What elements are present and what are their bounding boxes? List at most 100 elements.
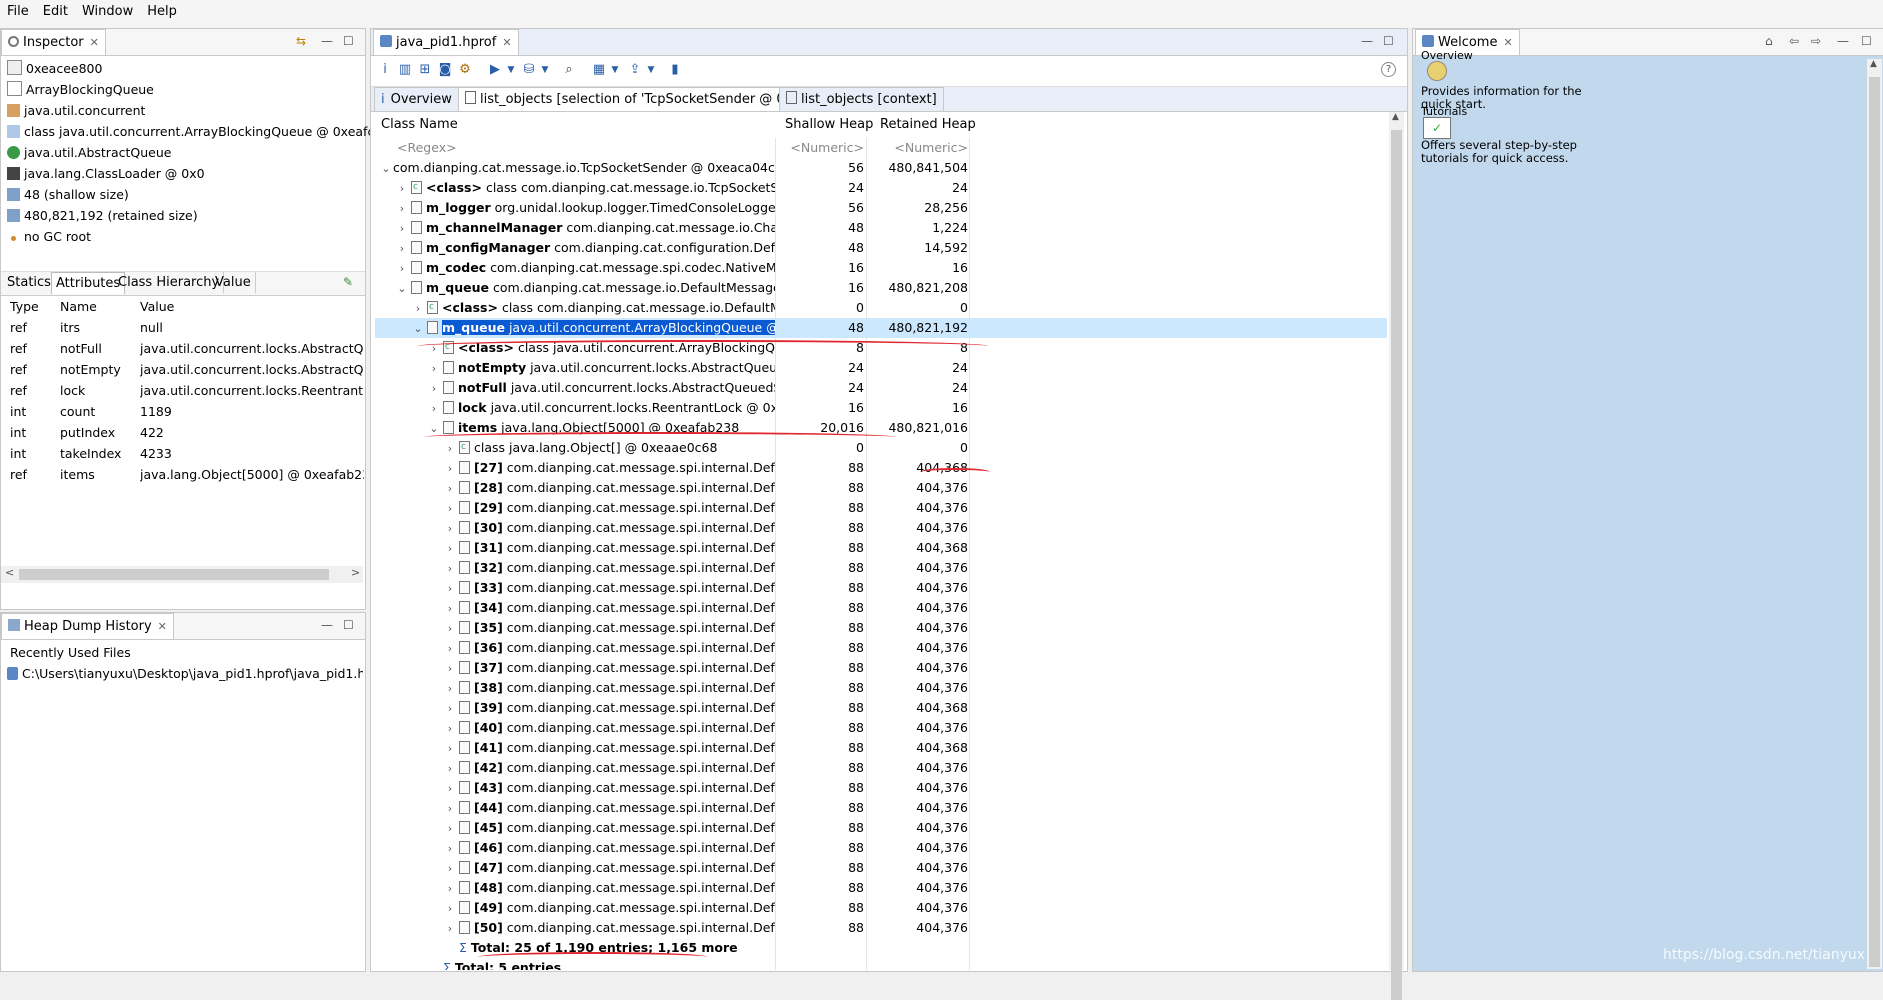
chevron-right-icon[interactable]: › bbox=[443, 619, 457, 638]
attribute-row[interactable]: int count 1189 bbox=[1, 401, 364, 422]
table-row[interactable]: › [32] com.dianping.cat.message.spi.inter… bbox=[375, 558, 1387, 578]
tab-list-objects-context[interactable]: list_objects [context] bbox=[779, 87, 944, 111]
chevron-down-icon[interactable]: ⌄ bbox=[395, 279, 409, 298]
menu-edit[interactable]: Edit bbox=[36, 0, 75, 19]
scroll-up-icon[interactable]: ▲ bbox=[1392, 112, 1399, 122]
chevron-right-icon[interactable]: › bbox=[443, 859, 457, 878]
chevron-right-icon[interactable]: › bbox=[443, 899, 457, 918]
chevron-down-icon[interactable]: ▼ bbox=[537, 62, 553, 78]
chevron-right-icon[interactable]: › bbox=[443, 779, 457, 798]
chevron-right-icon[interactable]: › bbox=[443, 479, 457, 498]
back-icon[interactable]: ⇦ bbox=[1789, 34, 1799, 48]
chevron-right-icon[interactable]: › bbox=[443, 539, 457, 558]
chevron-right-icon[interactable]: › bbox=[443, 679, 457, 698]
welcome-scrollbar[interactable]: ▲ bbox=[1867, 59, 1882, 969]
chevron-right-icon[interactable]: › bbox=[443, 819, 457, 838]
search-icon[interactable]: ⌕ bbox=[561, 62, 577, 78]
attribute-row[interactable]: ref lock java.util.concurrent.locks.Reentr… bbox=[1, 380, 364, 401]
table-row[interactable]: › [43] com.dianping.cat.message.spi.inter… bbox=[375, 778, 1387, 798]
chevron-right-icon[interactable]: › bbox=[443, 799, 457, 818]
chevron-right-icon[interactable]: › bbox=[443, 919, 457, 938]
table-row[interactable]: ⌄ m_queue java.util.concurrent.ArrayBlock… bbox=[375, 318, 1387, 338]
chevron-right-icon[interactable]: › bbox=[443, 719, 457, 738]
menu-window[interactable]: Window bbox=[75, 0, 140, 19]
scroll-thumb[interactable] bbox=[1869, 77, 1880, 967]
chevron-right-icon[interactable]: › bbox=[395, 199, 409, 218]
chevron-right-icon[interactable]: › bbox=[395, 239, 409, 258]
chevron-right-icon[interactable]: › bbox=[443, 639, 457, 658]
table-row[interactable]: › [38] com.dianping.cat.message.spi.inter… bbox=[375, 678, 1387, 698]
maximize-icon[interactable]: ☐ bbox=[1383, 34, 1394, 48]
attribute-row[interactable]: ref items java.lang.Object[5000] @ 0xeafab… bbox=[1, 464, 364, 485]
table-row[interactable]: › [41] com.dianping.cat.message.spi.inter… bbox=[375, 738, 1387, 758]
chevron-right-icon[interactable]: › bbox=[443, 559, 457, 578]
tab-class-hierarchy[interactable]: Class Hierarchy bbox=[114, 272, 225, 293]
table-row[interactable]: › notEmpty java.util.concurrent.locks.Abs… bbox=[375, 358, 1387, 378]
inspector-tab[interactable]: Inspector ✕ bbox=[1, 29, 106, 55]
table-row[interactable]: › [34] com.dianping.cat.message.spi.inter… bbox=[375, 598, 1387, 618]
col-retained-heap[interactable]: Retained Heap bbox=[880, 112, 976, 138]
chevron-right-icon[interactable]: › bbox=[443, 579, 457, 598]
maximize-icon[interactable]: ☐ bbox=[343, 618, 354, 632]
minimize-icon[interactable]: — bbox=[321, 618, 333, 632]
attribute-row[interactable]: ref notFull java.util.concurrent.locks.Abs… bbox=[1, 338, 364, 359]
maximize-icon[interactable]: ☐ bbox=[1861, 34, 1872, 48]
pin-icon[interactable]: ✎ bbox=[343, 275, 353, 289]
scroll-left-icon[interactable]: < bbox=[5, 566, 14, 579]
table-row[interactable]: › [44] com.dianping.cat.message.spi.inter… bbox=[375, 798, 1387, 818]
chevron-right-icon[interactable]: › bbox=[443, 499, 457, 518]
chevron-right-icon[interactable]: › bbox=[443, 459, 457, 478]
close-icon[interactable]: ✕ bbox=[502, 36, 511, 49]
table-row[interactable]: › m_channelManager com.dianping.cat.messa… bbox=[375, 218, 1387, 238]
info-icon[interactable]: i bbox=[377, 62, 393, 78]
table-row[interactable]: › [35] com.dianping.cat.message.spi.inter… bbox=[375, 618, 1387, 638]
menu-file[interactable]: File bbox=[0, 0, 36, 19]
table-row[interactable]: › [47] com.dianping.cat.message.spi.inter… bbox=[375, 858, 1387, 878]
query-browser-icon[interactable]: ⛁ bbox=[521, 62, 537, 78]
tab-statics[interactable]: Statics bbox=[3, 272, 56, 293]
forward-icon[interactable]: ⇨ bbox=[1811, 34, 1821, 48]
tree-scrollbar[interactable]: ▲ bbox=[1389, 112, 1404, 1000]
table-row[interactable]: › [37] com.dianping.cat.message.spi.inter… bbox=[375, 658, 1387, 678]
chevron-down-icon[interactable]: ▼ bbox=[643, 62, 659, 78]
overview-heading[interactable]: Overview bbox=[1421, 49, 1473, 62]
link-icon[interactable]: ⇆ bbox=[296, 34, 306, 48]
col-class-name[interactable]: Class Name bbox=[381, 112, 458, 138]
chevron-right-icon[interactable]: › bbox=[443, 879, 457, 898]
horizontal-scrollbar[interactable]: < > bbox=[1, 566, 363, 583]
table-row[interactable]: › [39] com.dianping.cat.message.spi.inter… bbox=[375, 698, 1387, 718]
col-shallow-heap[interactable]: Shallow Heap bbox=[785, 112, 873, 138]
attribute-row[interactable]: int takeIndex 4233 bbox=[1, 443, 364, 464]
table-row[interactable]: › m_codec com.dianping.cat.message.spi.co… bbox=[375, 258, 1387, 278]
chevron-right-icon[interactable]: › bbox=[427, 359, 441, 378]
table-row[interactable]: › [28] com.dianping.cat.message.spi.inter… bbox=[375, 478, 1387, 498]
chevron-right-icon[interactable]: › bbox=[427, 379, 441, 398]
chevron-right-icon[interactable]: › bbox=[443, 839, 457, 858]
scroll-thumb[interactable] bbox=[19, 569, 329, 580]
chevron-right-icon[interactable]: › bbox=[395, 179, 409, 198]
scroll-up-icon[interactable]: ▲ bbox=[1870, 59, 1877, 69]
tab-overview[interactable]: i Overview bbox=[374, 87, 459, 111]
table-row[interactable]: › [48] com.dianping.cat.message.spi.inter… bbox=[375, 878, 1387, 898]
dominator-tree-icon[interactable]: ⊞ bbox=[417, 62, 433, 78]
table-row[interactable]: ›<class> class com.dianping.cat.message.… bbox=[375, 298, 1387, 318]
chevron-right-icon[interactable]: › bbox=[443, 739, 457, 758]
export-icon[interactable]: ⇪ bbox=[627, 62, 643, 78]
attribute-row[interactable]: ref notEmpty java.util.concurrent.locks.Ab… bbox=[1, 359, 364, 380]
chevron-right-icon[interactable]: › bbox=[395, 219, 409, 238]
scroll-right-icon[interactable]: > bbox=[351, 566, 360, 579]
table-row[interactable]: › [49] com.dianping.cat.message.spi.inter… bbox=[375, 898, 1387, 918]
table-row[interactable]: › [27] com.dianping.cat.message.spi.inter… bbox=[375, 458, 1387, 478]
table-row[interactable]: ⌄ com.dianping.cat.message.io.TcpSocketSe… bbox=[375, 158, 1387, 178]
chevron-right-icon[interactable]: › bbox=[411, 299, 425, 318]
chevron-right-icon[interactable]: › bbox=[443, 659, 457, 678]
tutorials-icon[interactable]: ✓ bbox=[1423, 117, 1451, 139]
chevron-right-icon[interactable]: › bbox=[443, 599, 457, 618]
table-row[interactable]: › [30] com.dianping.cat.message.spi.inter… bbox=[375, 518, 1387, 538]
chevron-right-icon[interactable]: › bbox=[443, 439, 457, 458]
oql-icon[interactable]: ◙ bbox=[437, 62, 453, 78]
table-row[interactable]: › [40] com.dianping.cat.message.spi.inter… bbox=[375, 718, 1387, 738]
table-row[interactable]: › [50] com.dianping.cat.message.spi.inter… bbox=[375, 918, 1387, 938]
calculate-retained-icon[interactable]: ▮ bbox=[667, 62, 683, 78]
histogram-icon[interactable]: ▥ bbox=[397, 62, 413, 78]
